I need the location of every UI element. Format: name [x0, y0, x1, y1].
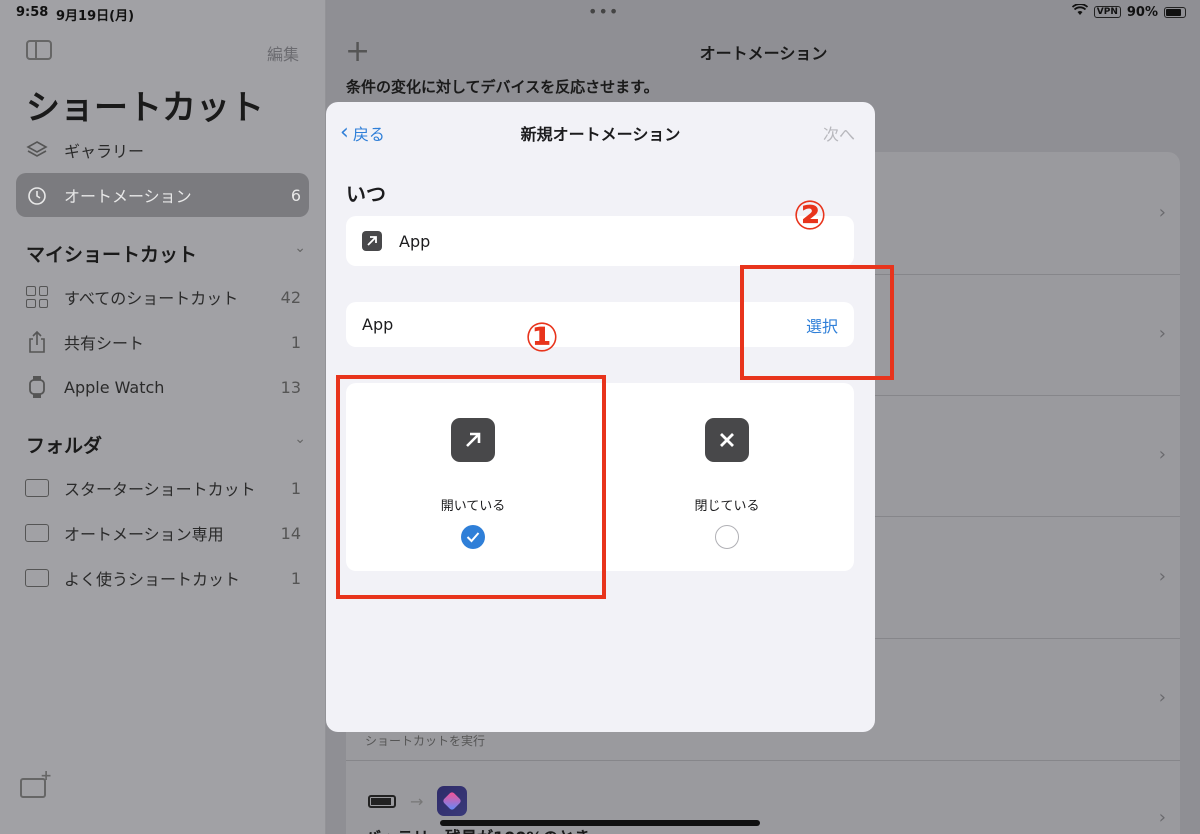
sidebar-title: ショートカット — [26, 88, 264, 128]
arrow-right-icon: → — [410, 791, 424, 811]
watch-icon — [24, 374, 50, 400]
multitasking-dots-icon[interactable]: ••• — [588, 2, 619, 21]
chevron-right-icon[interactable]: › — [1159, 202, 1166, 223]
sidebar-item-label: オートメーション専用 — [64, 525, 224, 544]
chevron-down-icon[interactable]: ⌄ — [294, 240, 306, 267]
home-indicator[interactable] — [440, 820, 760, 826]
section-when: いつ — [346, 182, 386, 206]
sidebar-item-label: よく使うショートカット — [64, 570, 241, 589]
chevron-right-icon[interactable]: › — [1159, 687, 1166, 708]
option-closed[interactable]: 閉じている — [600, 383, 854, 571]
chevron-right-icon[interactable]: › — [1159, 323, 1166, 344]
option-label: 閉じている — [694, 499, 760, 514]
section-title: マイショートカット — [26, 244, 198, 266]
sidebar-item-label: Apple Watch — [64, 377, 165, 397]
sidebar-item-count: 13 — [280, 377, 301, 397]
app-row-label: App — [362, 315, 394, 334]
battery-icon — [368, 794, 396, 808]
sidebar-item-apple-watch[interactable]: Apple Watch 13 — [16, 365, 309, 409]
page-title: オートメーション — [699, 44, 828, 63]
status-time: 9:58 — [16, 5, 49, 20]
sidebar-item-all-shortcuts[interactable]: すべてのショートカット 42 — [16, 275, 309, 319]
sidebar-item-count: 42 — [280, 287, 301, 307]
status-right: VPN 90% — [1071, 3, 1186, 20]
annotation-box-1 — [336, 375, 606, 599]
sidebar-item-count: 1 — [290, 568, 301, 588]
status-date: 9月19日(月) — [56, 9, 135, 24]
divider — [346, 760, 1180, 761]
app-arrow-icon — [362, 231, 382, 251]
trigger-app-card: App — [346, 216, 854, 266]
edit-button[interactable]: 編集 — [267, 41, 299, 65]
sidebar-item-count: 1 — [290, 332, 301, 352]
sheet-title: 新規オートメーション — [520, 125, 681, 144]
wifi-icon — [1071, 3, 1088, 20]
folder-icon — [24, 475, 50, 501]
next-button[interactable]: 次へ — [823, 121, 855, 145]
sidebar-item-gallery[interactable]: ギャラリー — [16, 128, 309, 172]
sidebar-item-count: 6 — [290, 185, 301, 205]
sidebar-item-label: すべてのショートカット — [64, 289, 239, 308]
vpn-badge: VPN — [1093, 6, 1121, 18]
sidebar-item-label: スターターショートカット — [64, 480, 256, 499]
sidebar-item-share-sheet[interactable]: 共有シート 1 — [16, 320, 309, 364]
sidebar-item-count: 14 — [280, 523, 301, 543]
chevron-right-icon[interactable]: › — [1159, 807, 1166, 828]
grid-icon — [24, 284, 50, 310]
folder-icon — [24, 520, 50, 546]
sidebar-item-automation[interactable]: オートメーション 6 — [16, 173, 309, 217]
annotation-box-2 — [740, 265, 894, 380]
sidebar-item-folder-automation[interactable]: オートメーション専用 14 — [16, 511, 309, 555]
chevron-right-icon[interactable]: › — [1159, 444, 1166, 465]
annotation-marker-2: ② — [793, 193, 827, 239]
page-subtitle: 条件の変化に対してデバイスを反応させます。 — [346, 78, 659, 96]
battery-percent: 90% — [1126, 4, 1158, 20]
section-title: フォルダ — [26, 435, 103, 457]
new-folder-icon[interactable] — [20, 768, 52, 798]
run-shortcut-label: ショートカットを実行 — [365, 734, 486, 748]
radio-unselected-icon[interactable] — [715, 525, 739, 549]
sidebar: 編集 ショートカット ギャラリー オートメーション 6 マイショートカット ⌄ … — [0, 0, 326, 834]
section-my-shortcuts[interactable]: マイショートカット ⌄ — [26, 240, 306, 267]
chevron-down-icon[interactable]: ⌄ — [294, 431, 306, 458]
annotation-marker-1: ① — [525, 315, 559, 361]
gallery-layers-icon — [24, 137, 50, 163]
sidebar-item-count: 1 — [290, 478, 301, 498]
battery-trigger-row: → — [368, 786, 468, 816]
shortcuts-app-icon — [437, 786, 468, 816]
chevron-right-icon[interactable]: › — [1159, 566, 1166, 587]
trigger-label: App — [399, 231, 431, 251]
automation-clock-icon — [24, 182, 50, 208]
status-bar: 9:58 9月19日(月) ••• VPN 90% — [0, 0, 1200, 24]
sidebar-toggle-icon[interactable] — [26, 40, 52, 60]
sidebar-item-label: オートメーション — [64, 187, 192, 206]
sidebar-item-folder-frequent[interactable]: よく使うショートカット 1 — [16, 556, 309, 600]
battery-icon — [1164, 6, 1186, 18]
sidebar-item-label: ギャラリー — [64, 142, 145, 161]
section-folders[interactable]: フォルダ ⌄ — [26, 431, 306, 458]
close-x-icon — [705, 418, 749, 462]
folder-icon — [24, 565, 50, 591]
sidebar-item-folder-starter[interactable]: スターターショートカット 1 — [16, 466, 309, 510]
share-icon — [24, 329, 50, 355]
sidebar-item-label: 共有シート — [64, 334, 145, 353]
